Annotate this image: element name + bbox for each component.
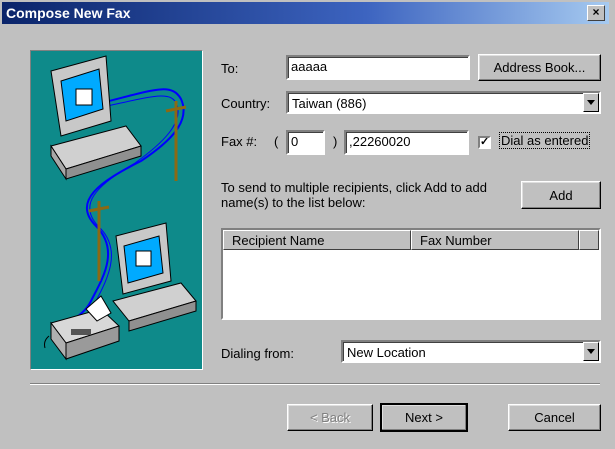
- fax-open-paren: (: [274, 134, 279, 149]
- chevron-down-icon[interactable]: [583, 342, 599, 361]
- chevron-down-icon[interactable]: [583, 93, 599, 112]
- country-select[interactable]: Taiwan (886): [286, 91, 601, 114]
- fax-area-code-input[interactable]: 0: [286, 130, 325, 155]
- dialing-from-label: Dialing from:: [221, 346, 294, 361]
- fax-number-input[interactable]: ,22260020: [344, 130, 469, 155]
- dial-as-entered-checkbox[interactable]: ✓: [478, 136, 491, 149]
- address-book-button[interactable]: Address Book...: [478, 54, 601, 81]
- column-fax-number[interactable]: Fax Number: [411, 230, 579, 250]
- window-title: Compose New Fax: [6, 5, 131, 21]
- column-filler: [579, 230, 599, 250]
- country-label: Country:: [221, 96, 271, 111]
- close-button[interactable]: ×: [587, 5, 605, 21]
- fax-label: Fax #:: [221, 134, 258, 149]
- back-button[interactable]: < Back: [287, 404, 373, 431]
- column-recipient-name[interactable]: Recipient Name: [223, 230, 411, 250]
- add-button[interactable]: Add: [521, 181, 601, 209]
- computers-fax-network-icon: [31, 51, 202, 369]
- dial-as-entered-label[interactable]: Dial as entered: [499, 132, 591, 149]
- dialing-from-value: New Location: [347, 345, 426, 360]
- compose-new-fax-dialog: Compose New Fax × To: aaaaa Address Book…: [0, 0, 611, 447]
- to-input[interactable]: aaaaa: [286, 55, 470, 80]
- divider: [30, 383, 600, 385]
- to-label: To:: [221, 61, 239, 76]
- cancel-button[interactable]: Cancel: [508, 404, 601, 431]
- country-value: Taiwan (886): [292, 96, 367, 111]
- title-bar: Compose New Fax ×: [2, 2, 609, 24]
- fax-illustration: [30, 50, 203, 370]
- dialing-from-select[interactable]: New Location: [341, 340, 601, 363]
- fax-close-paren: ): [333, 134, 338, 149]
- recipients-list[interactable]: Recipient Name Fax Number: [221, 228, 601, 320]
- multiple-recipients-instruction: To send to multiple recipients, click Ad…: [221, 180, 487, 210]
- next-button[interactable]: Next >: [380, 403, 468, 432]
